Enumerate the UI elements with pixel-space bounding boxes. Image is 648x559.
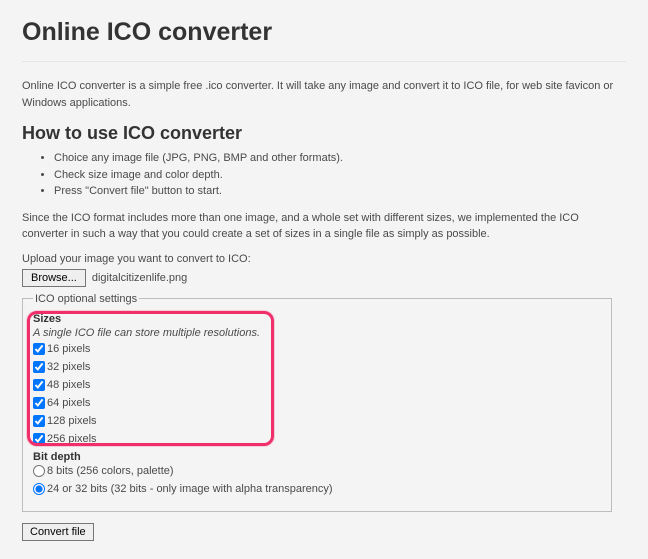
size-label: 256 pixels bbox=[47, 433, 97, 445]
bitdepth-option: 8 bits (256 colors, palette) bbox=[33, 465, 601, 477]
file-input-row: Browse... digitalcitizenlife.png bbox=[22, 269, 626, 287]
howto-heading: How to use ICO converter bbox=[22, 123, 626, 144]
list-item: Choice any image file (JPG, PNG, BMP and… bbox=[54, 150, 626, 167]
selected-file-name: digitalcitizenlife.png bbox=[92, 272, 187, 284]
size-checkbox-256[interactable] bbox=[33, 433, 45, 445]
size-option: 32 pixels bbox=[33, 361, 601, 373]
size-checkbox-128[interactable] bbox=[33, 415, 45, 427]
size-option: 256 pixels bbox=[33, 433, 601, 445]
size-label: 32 pixels bbox=[47, 361, 90, 373]
size-label: 128 pixels bbox=[47, 415, 97, 427]
size-option: 64 pixels bbox=[33, 397, 601, 409]
size-option: 16 pixels bbox=[33, 343, 601, 355]
upload-label: Upload your image you want to convert to… bbox=[22, 253, 626, 265]
size-label: 16 pixels bbox=[47, 343, 90, 355]
divider bbox=[22, 61, 626, 62]
size-label: 48 pixels bbox=[47, 379, 90, 391]
size-option: 128 pixels bbox=[33, 415, 601, 427]
list-item: Press "Convert file" button to start. bbox=[54, 183, 626, 200]
browse-button[interactable]: Browse... bbox=[22, 269, 86, 287]
intro-text: Online ICO converter is a simple free .i… bbox=[22, 78, 626, 111]
size-checkbox-48[interactable] bbox=[33, 379, 45, 391]
steps-list: Choice any image file (JPG, PNG, BMP and… bbox=[22, 150, 626, 200]
bitdepth-section: Bit depth 8 bits (256 colors, palette) 2… bbox=[33, 451, 601, 495]
page-title: Online ICO converter bbox=[22, 18, 626, 47]
size-checkbox-64[interactable] bbox=[33, 397, 45, 409]
bitdepth-label: 8 bits (256 colors, palette) bbox=[47, 465, 174, 477]
size-checkbox-16[interactable] bbox=[33, 343, 45, 355]
sizes-section: Sizes A single ICO file can store multip… bbox=[33, 313, 601, 445]
bitdepth-radio-8[interactable] bbox=[33, 465, 45, 477]
description-text: Since the ICO format includes more than … bbox=[22, 210, 626, 243]
sizes-subtitle: A single ICO file can store multiple res… bbox=[33, 327, 601, 339]
size-checkbox-32[interactable] bbox=[33, 361, 45, 373]
fieldset-legend: ICO optional settings bbox=[33, 293, 139, 305]
bitdepth-option: 24 or 32 bits (32 bits - only image with… bbox=[33, 483, 601, 495]
ico-settings-fieldset: ICO optional settings Sizes A single ICO… bbox=[22, 293, 612, 512]
sizes-title: Sizes bbox=[33, 313, 601, 325]
bitdepth-radio-24[interactable] bbox=[33, 483, 45, 495]
list-item: Check size image and color depth. bbox=[54, 167, 626, 184]
bitdepth-label: 24 or 32 bits (32 bits - only image with… bbox=[47, 483, 333, 495]
size-label: 64 pixels bbox=[47, 397, 90, 409]
bitdepth-title: Bit depth bbox=[33, 451, 601, 463]
convert-button[interactable]: Convert file bbox=[22, 523, 94, 541]
size-option: 48 pixels bbox=[33, 379, 601, 391]
